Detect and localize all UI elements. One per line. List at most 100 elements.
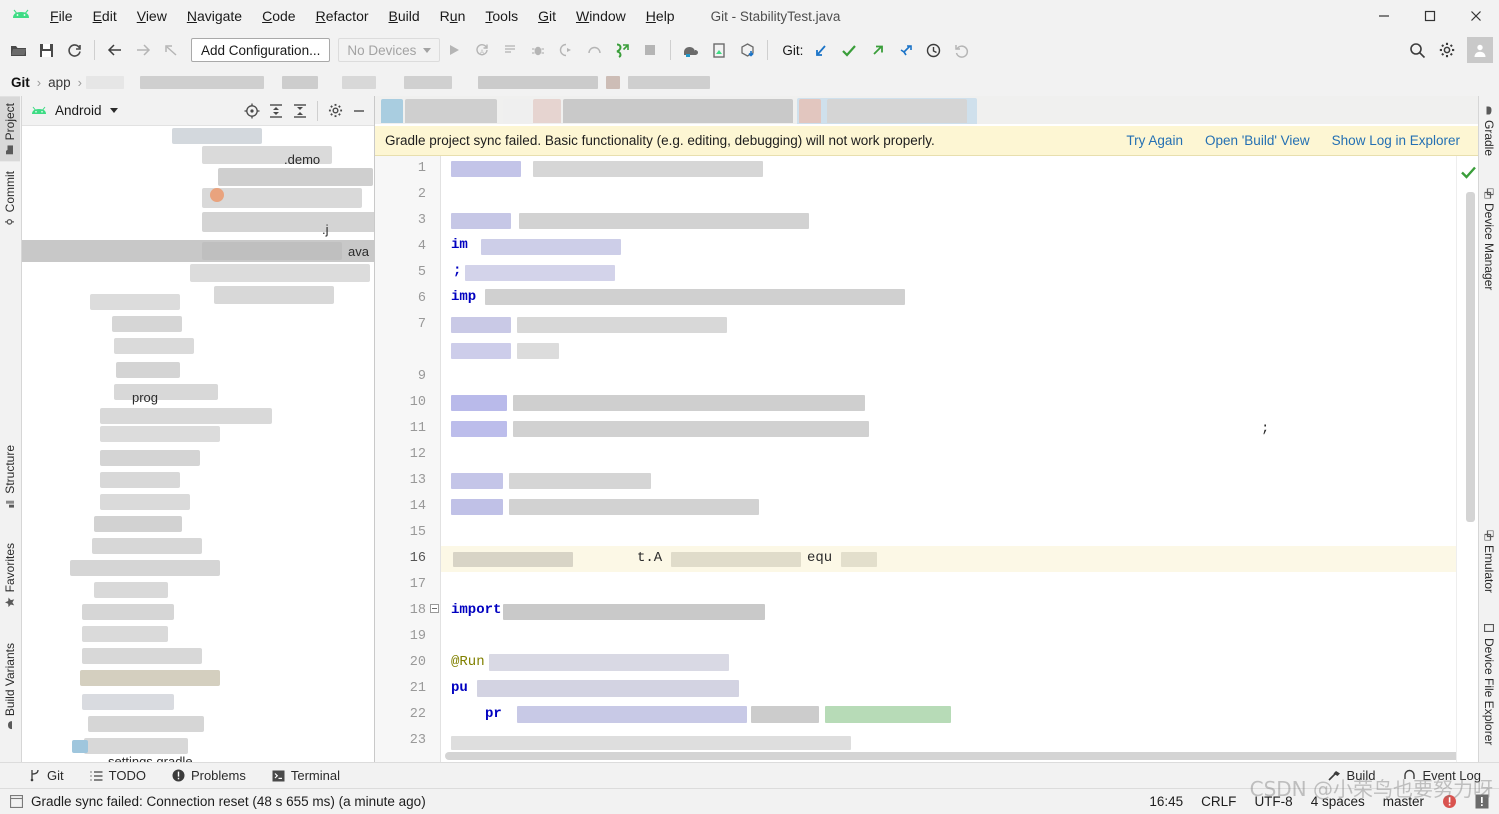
maximize-button[interactable]: [1407, 0, 1453, 32]
editor-tab-redacted-6[interactable]: [799, 99, 821, 123]
sidebar-item-build-variants[interactable]: Build Variants: [0, 636, 20, 736]
chevron-down-icon[interactable]: [109, 108, 118, 113]
horizontal-scrollbar[interactable]: [445, 752, 1478, 760]
sidebar-item-commit[interactable]: Commit: [0, 164, 20, 233]
menu-refactor[interactable]: Refactor: [306, 5, 379, 27]
open-build-view-link[interactable]: Open 'Build' View: [1205, 133, 1310, 148]
git-revert-icon[interactable]: [947, 36, 975, 64]
editor-tab-redacted-5[interactable]: [563, 99, 793, 123]
save-icon[interactable]: [32, 36, 60, 64]
sidebar-item-favorites[interactable]: Favorites: [0, 536, 20, 614]
gear-icon[interactable]: [324, 100, 346, 122]
close-button[interactable]: [1453, 0, 1499, 32]
git-update-project-icon[interactable]: [891, 36, 919, 64]
editor-tab-redacted-7[interactable]: [827, 99, 967, 123]
breadcrumb-module[interactable]: app: [45, 75, 74, 90]
expand-all-icon[interactable]: [265, 100, 287, 122]
breadcrumb-redacted-7: [605, 75, 620, 89]
refresh-icon[interactable]: [60, 36, 88, 64]
tree-expander-arrow[interactable]: [52, 596, 59, 606]
back-arrow-icon[interactable]: [101, 36, 129, 64]
tree-redacted-row: [172, 128, 262, 144]
code-redacted-line: [519, 213, 809, 229]
code-content[interactable]: im ; imp ; t.A equ import @Run pu pr: [441, 156, 1478, 762]
last-edit-location-icon[interactable]: [157, 36, 185, 64]
git-update-icon[interactable]: [807, 36, 835, 64]
editor-tab-redacted-3[interactable]: [503, 99, 531, 123]
menu-edit[interactable]: Edit: [83, 5, 127, 27]
notification-icon[interactable]: [1475, 794, 1489, 809]
sdk-manager-icon[interactable]: [733, 36, 761, 64]
device-manager-icon[interactable]: [705, 36, 733, 64]
collapse-all-icon[interactable]: [289, 100, 311, 122]
sidebar-item-emulator[interactable]: Emulator: [1479, 524, 1499, 600]
profiler-icon[interactable]: [580, 36, 608, 64]
avd-manager-icon[interactable]: [677, 36, 705, 64]
try-again-link[interactable]: Try Again: [1126, 133, 1183, 148]
tool-tab-event-log[interactable]: Event Log: [1399, 766, 1485, 785]
status-encoding[interactable]: UTF-8: [1254, 794, 1292, 809]
sidebar-item-project[interactable]: Project: [0, 96, 20, 162]
tool-tab-build[interactable]: Build: [1324, 766, 1380, 785]
menu-window[interactable]: Window: [566, 5, 636, 27]
attach-debugger-icon[interactable]: [552, 36, 580, 64]
apply-code-changes-icon[interactable]: [496, 36, 524, 64]
editor-gutter[interactable]: 1 2 3 4 5 6 7 9 10 11 12 13 14 15 16 17 …: [375, 156, 441, 762]
devices-dropdown[interactable]: No Devices: [338, 38, 441, 62]
menu-tools[interactable]: Tools: [475, 5, 528, 27]
apply-changes-icon[interactable]: A: [468, 36, 496, 64]
debug-icon[interactable]: [524, 36, 552, 64]
git-commit-icon[interactable]: [835, 36, 863, 64]
menu-navigate[interactable]: Navigate: [177, 5, 252, 27]
editor-tab-redacted-1[interactable]: [381, 99, 403, 123]
git-push-icon[interactable]: [863, 36, 891, 64]
open-folder-icon[interactable]: [4, 36, 32, 64]
git-history-icon[interactable]: [919, 36, 947, 64]
run-button[interactable]: [440, 36, 468, 64]
breadcrumb-root[interactable]: Git: [8, 75, 33, 90]
project-tree[interactable]: .demo .j ava prog settings.gradle: [22, 126, 374, 762]
android-studio-logo-icon: [10, 6, 32, 26]
avatar[interactable]: [1467, 37, 1493, 63]
editor-area: Gradle project sync failed. Basic functi…: [375, 96, 1478, 762]
status-message[interactable]: Gradle sync failed: Connection reset (48…: [31, 794, 426, 809]
menu-code[interactable]: Code: [252, 5, 305, 27]
stop-button[interactable]: [636, 36, 664, 64]
status-line-separator[interactable]: CRLF: [1201, 794, 1236, 809]
sidebar-item-device-file-explorer[interactable]: Device File Explorer: [1479, 616, 1499, 752]
menu-help[interactable]: Help: [636, 5, 685, 27]
show-log-in-explorer-link[interactable]: Show Log in Explorer: [1332, 133, 1460, 148]
editor-tab-redacted-4[interactable]: [533, 99, 561, 123]
gradle-sync-icon[interactable]: [608, 36, 636, 64]
menu-git[interactable]: Git: [528, 5, 566, 27]
vertical-scrollbar-thumb[interactable]: [1466, 192, 1475, 522]
code-redacted-line: [671, 552, 801, 567]
tool-tab-terminal[interactable]: Terminal: [268, 766, 344, 785]
fold-region-icon[interactable]: [430, 604, 439, 613]
sidebar-item-gradle[interactable]: Gradle: [1479, 100, 1499, 163]
menu-run[interactable]: Run: [430, 5, 476, 27]
forward-arrow-icon[interactable]: [129, 36, 157, 64]
search-icon[interactable]: [1403, 36, 1431, 64]
hide-panel-icon[interactable]: [348, 100, 370, 122]
editor-tab-redacted-2[interactable]: [405, 99, 497, 123]
minimize-button[interactable]: [1361, 0, 1407, 32]
editor-marker-bar[interactable]: [1456, 156, 1478, 762]
sidebar-item-device-manager[interactable]: Device Manager: [1479, 182, 1499, 297]
error-badge-icon[interactable]: [1442, 794, 1457, 809]
gear-icon[interactable]: [1433, 36, 1461, 64]
tool-tab-problems[interactable]: Problems: [168, 766, 250, 785]
status-indent[interactable]: 4 spaces: [1311, 794, 1365, 809]
menu-view[interactable]: View: [127, 5, 177, 27]
menu-build[interactable]: Build: [379, 5, 430, 27]
status-bar: Gradle sync failed: Connection reset (48…: [0, 788, 1499, 814]
menu-file[interactable]: File: [40, 5, 83, 27]
tool-tab-todo[interactable]: TODO: [86, 766, 150, 785]
locate-icon[interactable]: [241, 100, 263, 122]
sidebar-item-structure[interactable]: Structure: [0, 438, 20, 515]
git-branch-icon: [30, 769, 41, 782]
add-configuration-button[interactable]: Add Configuration...: [191, 38, 331, 62]
status-branch[interactable]: master: [1383, 794, 1424, 809]
code-editor[interactable]: 1 2 3 4 5 6 7 9 10 11 12 13 14 15 16 17 …: [375, 156, 1478, 762]
tool-tab-git[interactable]: Git: [26, 766, 68, 785]
